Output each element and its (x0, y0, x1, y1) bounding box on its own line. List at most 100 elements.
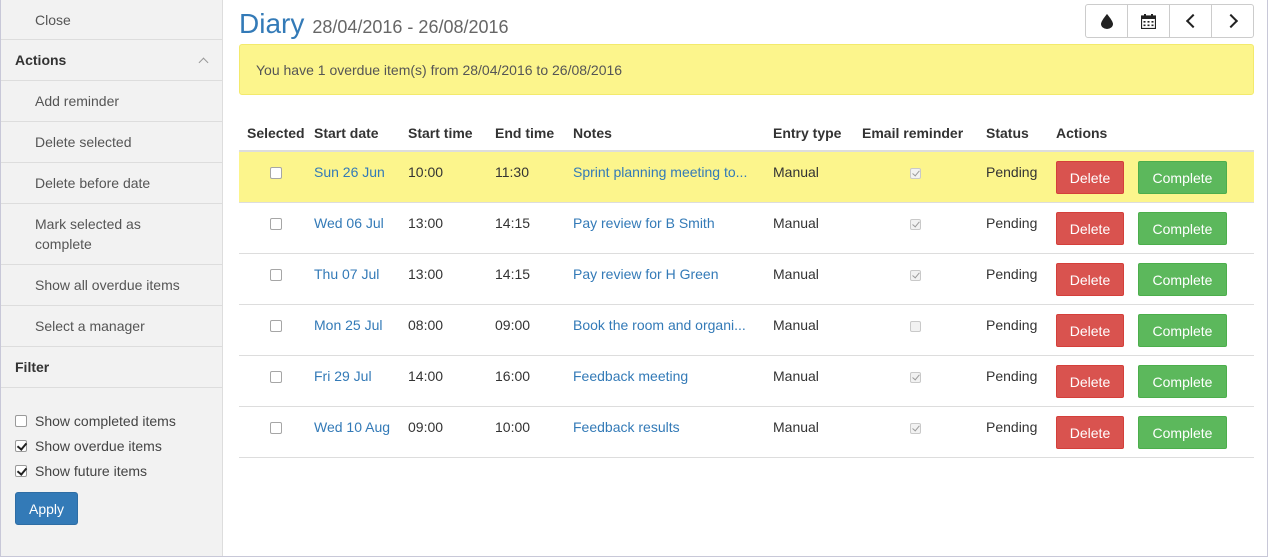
complete-button[interactable]: Complete (1138, 314, 1227, 347)
complete-button[interactable]: Complete (1138, 161, 1227, 194)
filter-list: Show completed items Show overdue items Sh… (1, 388, 222, 483)
row-select-checkbox[interactable] (270, 167, 282, 179)
entry-type: Manual (773, 215, 819, 231)
row-select-cell (239, 203, 314, 253)
filter-option[interactable]: Show overdue items (15, 433, 222, 458)
filter-checkbox[interactable] (15, 439, 27, 452)
row-actions: Delete Complete (1056, 305, 1254, 355)
email-reminder-checkbox (910, 270, 921, 281)
start-time: 09:00 (408, 419, 444, 435)
col-start-time: Start time (408, 125, 473, 141)
row-actions: Delete Complete (1056, 203, 1254, 253)
notes-link[interactable]: Book the room and organi... (573, 305, 773, 355)
sidebar-item-delete-selected[interactable]: Delete selected (1, 122, 222, 163)
row-select-checkbox[interactable] (270, 218, 282, 230)
table-row: Wed 06 Jul 13:00 14:15 Pay review for B Smi… (239, 203, 1254, 254)
complete-button[interactable]: Complete (1138, 212, 1227, 245)
row-select-checkbox[interactable] (270, 320, 282, 332)
status: Pending (986, 266, 1038, 282)
end-time: 11:30 (495, 164, 529, 180)
entry-type: Manual (773, 368, 819, 384)
filter-checkbox[interactable] (15, 414, 27, 427)
notes-link[interactable]: Feedback results (573, 407, 773, 457)
delete-button[interactable]: Delete (1056, 263, 1124, 296)
sidebar-item-add-reminder[interactable]: Add reminder (1, 81, 222, 122)
sidebar-item-delete-before-date[interactable]: Delete before date (1, 163, 222, 204)
chevron-right-icon (1223, 13, 1238, 29)
filter-option[interactable]: Show future items (15, 458, 222, 483)
notes-link[interactable]: Sprint planning meeting to... (573, 152, 773, 202)
start-time: 10:00 (408, 164, 444, 180)
start-date-link[interactable]: Mon 25 Jul (314, 305, 408, 355)
delete-button[interactable]: Delete (1056, 314, 1124, 347)
status: Pending (986, 368, 1038, 384)
delete-button[interactable]: Delete (1056, 212, 1124, 245)
filter-checkbox[interactable] (15, 464, 27, 477)
notes-link[interactable]: Pay review for B Smith (573, 203, 773, 253)
next-button[interactable] (1211, 4, 1254, 38)
table-body: Sun 26 Jun 10:00 11:30 Sprint planning meet… (239, 152, 1254, 458)
row-select-cell (239, 356, 314, 406)
row-select-checkbox[interactable] (270, 269, 282, 281)
email-reminder-checkbox (910, 168, 921, 179)
table-row: Fri 29 Jul 14:00 16:00 Feedback meeting Manu… (239, 356, 1254, 407)
email-reminder-checkbox (910, 423, 921, 434)
overdue-alert-text: You have 1 overdue item(s) from 28/04/20… (256, 61, 623, 78)
sidebar-item-show-overdue[interactable]: Show all overdue items (1, 265, 222, 306)
notes-link[interactable]: Pay review for H Green (573, 254, 773, 304)
complete-button[interactable]: Complete (1138, 416, 1227, 449)
actions-header-label: Actions (15, 52, 67, 68)
delete-button[interactable]: Delete (1056, 416, 1124, 449)
sidebar-item-select-manager[interactable]: Select a manager (1, 306, 222, 347)
start-date-link[interactable]: Wed 06 Jul (314, 203, 408, 253)
table-row: Sun 26 Jun 10:00 11:30 Sprint planning meet… (239, 152, 1254, 203)
delete-button[interactable]: Delete (1056, 161, 1124, 194)
sidebar-close[interactable]: Close (1, 0, 222, 40)
row-select-cell (239, 305, 314, 355)
filter-label: Show completed items (35, 412, 176, 429)
start-date-link[interactable]: Fri 29 Jul (314, 356, 408, 406)
row-select-checkbox[interactable] (270, 371, 282, 383)
toolbar (1085, 4, 1254, 38)
email-reminder-checkbox (910, 219, 921, 230)
filter-label: Show future items (35, 462, 148, 479)
table-row: Thu 07 Jul 13:00 14:15 Pay review for H Gre… (239, 254, 1254, 305)
row-select-cell (239, 407, 314, 457)
col-status: Status (986, 125, 1029, 141)
chevron-up-icon[interactable] (198, 55, 208, 65)
status: Pending (986, 419, 1038, 435)
complete-button[interactable]: Complete (1138, 263, 1227, 296)
start-time: 13:00 (408, 215, 444, 231)
end-time: 14:15 (495, 266, 531, 282)
email-reminder-cell (862, 203, 986, 253)
row-select-checkbox[interactable] (270, 422, 282, 434)
drop-icon (1100, 13, 1113, 29)
actions-header[interactable]: Actions (1, 40, 222, 81)
end-time: 14:15 (495, 215, 531, 231)
complete-button[interactable]: Complete (1138, 365, 1227, 398)
col-notes: Notes (573, 125, 612, 141)
start-date-link[interactable]: Thu 07 Jul (314, 254, 408, 304)
row-select-cell (239, 254, 314, 304)
delete-button[interactable]: Delete (1056, 365, 1124, 398)
filter-option[interactable]: Show completed items (15, 408, 222, 433)
main-panel: Diary 28/04/2016 - 26/08/2016 You have 1… (224, 0, 1267, 556)
start-date-link[interactable]: Sun 26 Jun (314, 152, 408, 202)
col-end-time: End time (495, 125, 555, 141)
calendar-button[interactable] (1127, 4, 1170, 38)
notes-link[interactable]: Feedback meeting (573, 356, 773, 406)
table-row: Mon 25 Jul 08:00 09:00 Book the room and or… (239, 305, 1254, 356)
row-select-cell (239, 152, 314, 202)
row-actions: Delete Complete (1056, 254, 1254, 304)
apply-button[interactable]: Apply (15, 492, 78, 525)
entry-type: Manual (773, 266, 819, 282)
start-date-link[interactable]: Wed 10 Aug (314, 407, 408, 457)
email-reminder-checkbox (910, 372, 921, 383)
row-actions: Delete Complete (1056, 407, 1254, 457)
previous-button[interactable] (1169, 4, 1212, 38)
email-reminder-cell (862, 254, 986, 304)
status: Pending (986, 164, 1038, 180)
sidebar-item-mark-complete[interactable]: Mark selected as complete (1, 204, 222, 265)
status: Pending (986, 215, 1038, 231)
color-button[interactable] (1085, 4, 1128, 38)
